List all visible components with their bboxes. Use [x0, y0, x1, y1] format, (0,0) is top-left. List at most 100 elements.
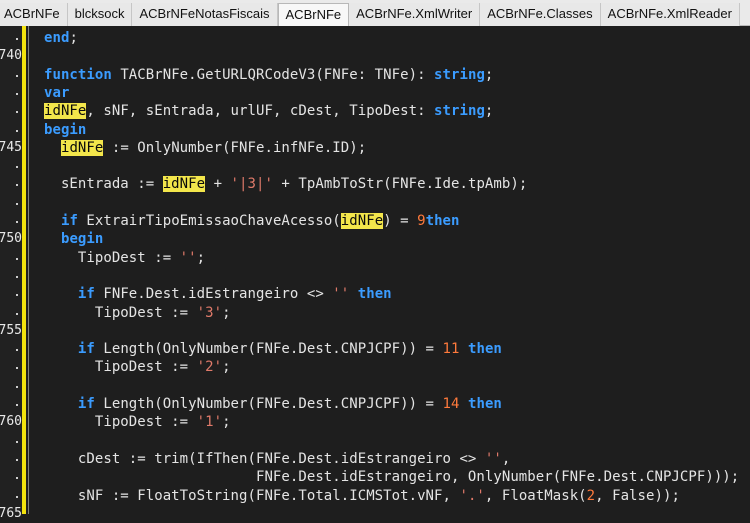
line-number: 760 [0, 414, 22, 430]
tab-acbrnfenotasfiscais[interactable]: ACBrNFeNotasFiscais [132, 3, 278, 26]
code-line[interactable]: if FNFe.Dest.idEstrangeiro <> '' then [44, 285, 392, 303]
code-line[interactable]: idNFe, sNF, sEntrada, urlUF, cDest, Tipo… [44, 102, 493, 120]
tab-blcksock[interactable]: blcksock [67, 3, 133, 26]
number-token: 9 [417, 213, 426, 229]
code-token: ; [222, 304, 231, 321]
number-token: 11 [442, 341, 460, 358]
line-number: 755 [0, 322, 22, 338]
keyword-token: begin [60, 231, 104, 248]
line-dot-marker [16, 477, 18, 480]
line-number: 745 [0, 139, 22, 155]
code-editor[interactable]: 740 745 750 755 760 765 end; function TACBrNF… [0, 26, 750, 521]
code-token: ; [222, 414, 231, 431]
tab-acbrnfe-classes[interactable]: ACBrNFe.Classes [480, 3, 601, 26]
keyword-token: if [77, 286, 95, 303]
line-dot-marker [16, 495, 18, 498]
line-dot-marker [16, 257, 18, 260]
code-line[interactable]: sNF := FloatToString(FNFe.Total.ICMSTot.… [44, 487, 680, 505]
string-token: '1' [196, 414, 223, 431]
code-token: TipoDest := [44, 359, 197, 376]
keyword-token: if [77, 396, 95, 412]
code-line[interactable]: TipoDest := '2'; [44, 358, 231, 376]
code-token: FNFe.Dest.idEstrangeiro, OnlyNumber(FNFe… [44, 469, 740, 486]
keyword-token: if [60, 213, 78, 229]
number-token: 2 [586, 487, 596, 504]
keyword-token: string [434, 66, 485, 83]
code-token: + TpAmbToStr(FNFe.Ide.tpAmb); [272, 176, 528, 193]
code-line[interactable]: if Length(OnlyNumber(FNFe.Dest.CNPJCPF))… [44, 395, 502, 413]
code-token: ; [69, 30, 87, 46]
string-token: '' [332, 286, 350, 303]
search-match: idNFe [44, 103, 87, 120]
tab-acbrnfe[interactable]: ACBrNFe [277, 3, 350, 28]
code-token: := OnlyNumber(FNFe.infNFe.ID); [103, 139, 367, 156]
code-line[interactable]: if Length(OnlyNumber(FNFe.Dest.CNPJCPF))… [44, 340, 502, 358]
code-line[interactable]: sEntrada := idNFe + '|3|' + TpAmbToStr(F… [44, 175, 527, 193]
code-token: , sNF, sEntrada, urlUF, cDest, TipoDest: [86, 103, 435, 120]
code-token: TipoDest := [44, 249, 180, 266]
code-token: sEntrada := [44, 176, 163, 193]
line-dot-marker [16, 111, 18, 114]
keyword-token: if [77, 341, 95, 358]
line-dot-marker [16, 312, 18, 315]
code-token: ExtrairTipoEmissaoChaveAcesso( [77, 213, 341, 229]
code-line[interactable]: idNFe := OnlyNumber(FNFe.infNFe.ID); [44, 139, 366, 157]
string-token: '2' [196, 359, 223, 376]
code-token: FNFe.Dest.idEstrangeiro <> [94, 286, 333, 303]
code-token: + [205, 176, 231, 193]
search-match: idNFe [162, 176, 206, 193]
search-match: idNFe [340, 213, 384, 229]
code-line[interactable]: end; [44, 29, 86, 47]
code-line[interactable]: TipoDest := '3'; [44, 304, 231, 322]
line-number: 750 [0, 231, 22, 247]
line-dot-marker [16, 92, 18, 95]
code-token: cDest := trim(IfThen(FNFe.Dest.idEstrang… [44, 450, 485, 467]
code-token: , FloatMask( [484, 487, 587, 504]
line-dot-marker [16, 275, 18, 278]
line-dot-marker [16, 166, 18, 169]
code-line[interactable]: cDest := trim(IfThen(FNFe.Dest.idEstrang… [44, 450, 510, 468]
search-match: idNFe [60, 139, 104, 156]
code-token: ; [484, 103, 494, 120]
line-dot-marker [16, 385, 18, 388]
keyword-token: function [44, 66, 112, 83]
string-token: '|3|' [230, 176, 273, 193]
line-dot-marker [16, 74, 18, 77]
tab-acbrnfe-xmlwriter[interactable]: ACBrNFe.XmlWriter [349, 3, 481, 26]
code-line[interactable]: TipoDest := ''; [44, 249, 205, 267]
line-dot-marker [16, 349, 18, 352]
file-tab-bar: ACBrNFe blcksock ACBrNFeNotasFiscais ACBrNF… [0, 0, 750, 28]
code-token: , [501, 450, 511, 467]
code-token: ; [196, 249, 206, 266]
tab-acbrnfe-xmlreader[interactable]: ACBrNFe.XmlReader [600, 3, 740, 26]
code-line[interactable]: begin [44, 121, 86, 139]
line-dot-marker [16, 129, 18, 132]
line-dot-marker [16, 221, 18, 223]
code-line[interactable]: FNFe.Dest.idEstrangeiro, OnlyNumber(FNFe… [44, 468, 739, 486]
code-line[interactable]: function TACBrNFe.GetURLQRCodeV3(FNFe: T… [44, 66, 493, 84]
code-line[interactable]: if ExtrairTipoEmissaoChaveAcesso(idNFe) … [44, 212, 460, 230]
code-line[interactable]: begin [44, 230, 103, 248]
keyword-token: then [467, 341, 502, 358]
code-line[interactable]: var [44, 84, 69, 102]
code-token: , False)); [595, 487, 680, 504]
code-token: sNF := FloatToString(FNFe.Total.ICMSTot.… [44, 487, 460, 504]
code-token: TipoDest := [44, 304, 197, 321]
string-token: '' [484, 450, 502, 467]
code-line[interactable]: TipoDest := '1'; [44, 413, 231, 431]
line-dot-marker [16, 458, 18, 461]
line-dot-marker [16, 367, 18, 370]
tab-acbrnfe[interactable]: ACBrNFe [0, 3, 68, 26]
code-token: TipoDest := [44, 414, 197, 431]
line-dot-marker [16, 404, 18, 406]
code-token: TACBrNFe.GetURLQRCodeV3(FNFe: TNFe): [111, 66, 435, 83]
code-token: Length(OnlyNumber(FNFe.Dest.CNPJCPF)) = [94, 341, 443, 358]
code-token: ; [222, 359, 231, 376]
keyword-token: var [44, 84, 70, 101]
